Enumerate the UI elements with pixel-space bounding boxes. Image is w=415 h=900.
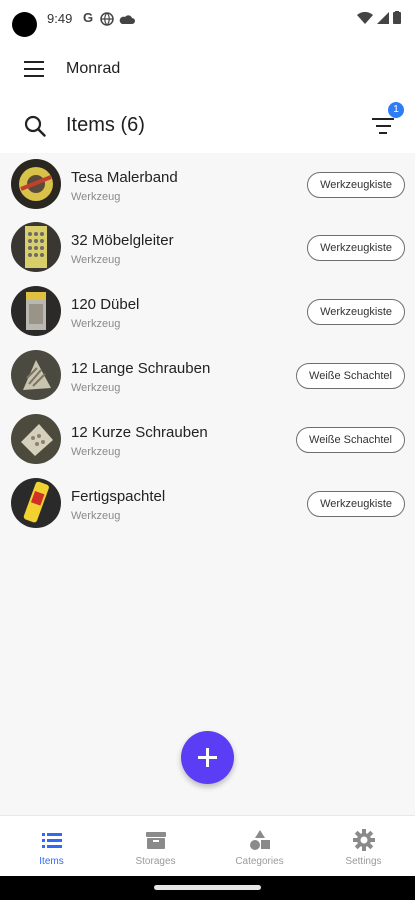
- storage-chip[interactable]: Weiße Schachtel: [296, 427, 405, 453]
- item-name: 12 Lange Schrauben: [71, 360, 211, 377]
- storage-chip[interactable]: Weiße Schachtel: [296, 363, 405, 389]
- storage-chip[interactable]: Werkzeugkiste: [307, 235, 405, 261]
- item-category: Werkzeug: [71, 382, 121, 394]
- status-bar: 9:49 G: [0, 0, 415, 38]
- filler-tube-thumbnail: [11, 478, 61, 528]
- nav-item-items[interactable]: Items: [0, 816, 103, 877]
- search-icon[interactable]: [24, 115, 46, 137]
- item-category: Werkzeug: [71, 318, 121, 330]
- hamburger-menu-icon[interactable]: [24, 61, 44, 77]
- items-header: Items (6): [0, 100, 415, 152]
- list-item[interactable]: 32 Möbelgleiter Werkzeug Werkzeugkiste: [0, 216, 415, 279]
- storage-chip[interactable]: Werkzeugkiste: [307, 299, 405, 325]
- home-gesture-handle[interactable]: [154, 885, 261, 890]
- item-category: Werkzeug: [71, 510, 121, 522]
- list-item[interactable]: Tesa Malerband Werkzeug Werkzeugkiste: [0, 153, 415, 216]
- nav-label: Categories: [235, 856, 284, 867]
- add-item-button[interactable]: [181, 731, 234, 784]
- item-name: Fertigspachtel: [71, 488, 166, 505]
- item-name: 32 Möbelgleiter: [71, 232, 174, 249]
- tape-thumbnail: [11, 159, 61, 209]
- item-name: Tesa Malerband: [71, 169, 178, 186]
- item-category: Werkzeug: [71, 254, 121, 266]
- item-name: 120 Dübel: [71, 296, 140, 313]
- bottom-navigation: Items Storages Categories Settings: [0, 815, 415, 877]
- nav-label: Settings: [345, 856, 382, 867]
- nav-label: Storages: [135, 856, 176, 867]
- box-icon: [146, 832, 166, 849]
- furniture-glides-thumbnail: [11, 222, 61, 272]
- list-icon: [42, 833, 62, 848]
- list-item[interactable]: 12 Kurze Schrauben Werkzeug Weiße Schach…: [0, 408, 415, 471]
- wifi-icon: [357, 11, 373, 24]
- item-name: 12 Kurze Schrauben: [71, 424, 208, 441]
- cloud-icon: [119, 15, 135, 24]
- nav-item-storages[interactable]: Storages: [104, 816, 207, 877]
- short-screws-thumbnail: [11, 414, 61, 464]
- battery-icon: [393, 11, 401, 24]
- list-item[interactable]: 120 Dübel Werkzeug Werkzeugkiste: [0, 280, 415, 343]
- filter-icon[interactable]: [370, 114, 396, 138]
- long-screws-thumbnail: [11, 350, 61, 400]
- items-title: Items (6): [66, 114, 145, 136]
- gesture-navigation-bar: [0, 876, 415, 900]
- storage-chip[interactable]: Werkzeugkiste: [307, 172, 405, 198]
- google-g-icon: G: [83, 10, 94, 25]
- storage-chip[interactable]: Werkzeugkiste: [307, 491, 405, 517]
- camera-cutout: [12, 12, 37, 37]
- list-item[interactable]: Fertigspachtel Werkzeug Werkzeugkiste: [0, 472, 415, 535]
- item-category: Werkzeug: [71, 191, 121, 203]
- filter-count-badge: 1: [388, 102, 404, 118]
- nav-label: Items: [39, 856, 64, 867]
- app-bar: Monrad: [0, 44, 415, 94]
- dowels-thumbnail: [11, 286, 61, 336]
- shapes-icon: [250, 830, 270, 850]
- list-item[interactable]: 12 Lange Schrauben Werkzeug Weiße Schach…: [0, 344, 415, 407]
- signal-icon: [377, 11, 389, 24]
- status-time: 9:49: [47, 11, 73, 26]
- nav-item-settings[interactable]: Settings: [312, 816, 415, 877]
- gear-icon: [353, 829, 375, 851]
- item-category: Werkzeug: [71, 446, 121, 458]
- items-list: Tesa Malerband Werkzeug Werkzeugkiste 32…: [0, 153, 415, 815]
- vpn-globe-icon: [100, 12, 114, 26]
- status-right-icons: [357, 11, 401, 24]
- nav-item-categories[interactable]: Categories: [208, 816, 311, 877]
- app-title: Monrad: [66, 60, 121, 77]
